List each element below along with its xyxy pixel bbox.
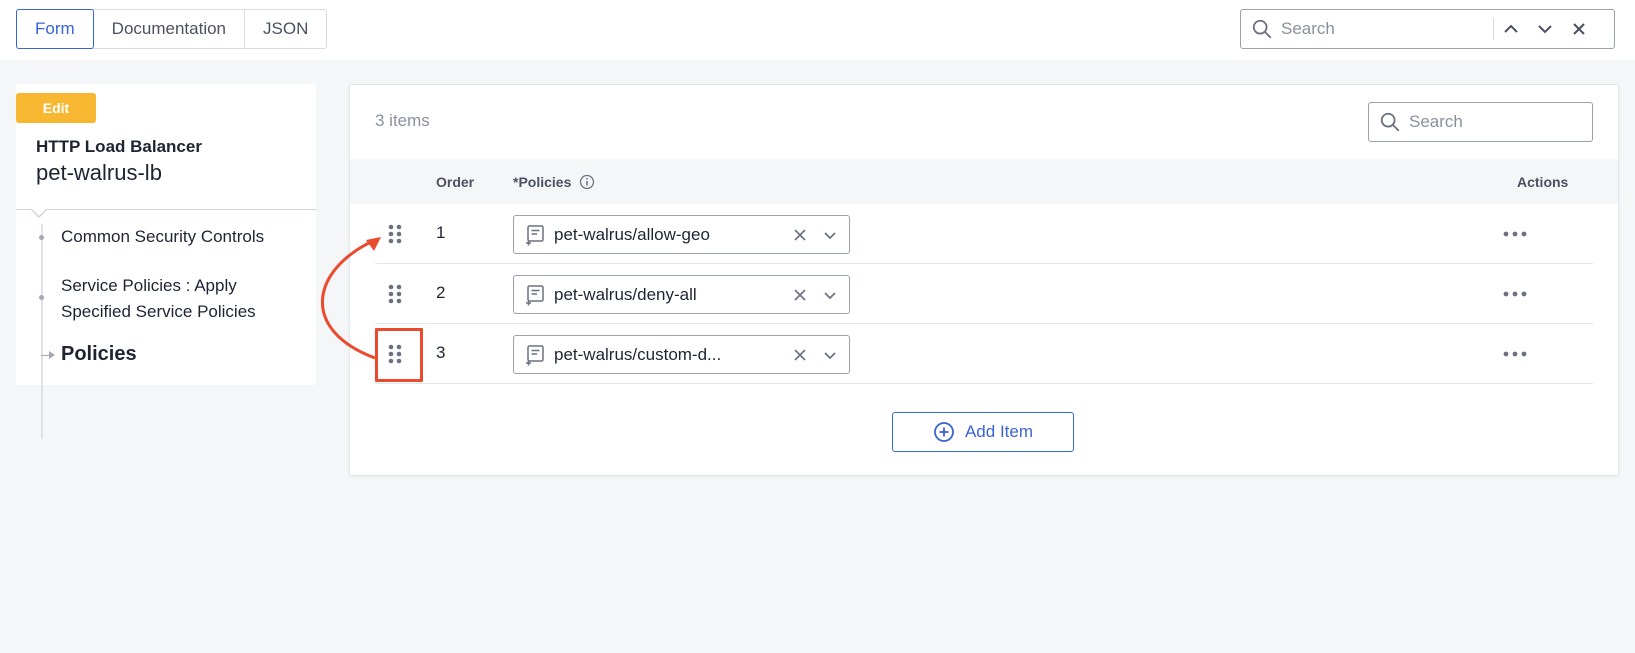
add-circle-icon: [934, 422, 954, 442]
policy-select[interactable]: pet-walrus/allow-geo: [513, 215, 850, 254]
edit-badge: Edit: [16, 93, 96, 123]
top-bar: Form Documentation JSON: [0, 0, 1635, 60]
object-name: pet-walrus-lb: [36, 160, 162, 185]
row-order: 3: [436, 343, 446, 362]
chevron-down-icon: [1538, 25, 1552, 34]
row-order: 1: [436, 223, 446, 242]
policy-select[interactable]: pet-walrus/custom-d...: [513, 335, 850, 374]
clear-icon[interactable]: [790, 225, 810, 245]
tree-node-dot: [39, 235, 44, 240]
table-search-input[interactable]: [1409, 112, 1579, 132]
tree-arrow-icon: [49, 351, 55, 359]
item-count: 3 items: [375, 111, 430, 130]
search-icon: [1252, 19, 1272, 39]
row-order: 2: [436, 283, 446, 302]
row-divider: [375, 383, 1593, 384]
add-item-button[interactable]: Add Item: [892, 412, 1074, 452]
table-header: Order *Policies Actions: [350, 159, 1618, 204]
tab-documentation[interactable]: Documentation: [94, 10, 246, 48]
more-actions-icon[interactable]: [1500, 284, 1530, 304]
policy-select[interactable]: pet-walrus/deny-all: [513, 275, 850, 314]
policy-select-value: pet-walrus/allow-geo: [554, 224, 710, 244]
search-icon: [1380, 112, 1400, 132]
more-actions-icon[interactable]: [1500, 344, 1530, 364]
search-next-button[interactable]: [1528, 12, 1562, 46]
tree-item-policies[interactable]: Policies: [61, 341, 137, 367]
policy-select-value: pet-walrus/deny-all: [554, 284, 697, 304]
object-summary-panel: Edit HTTP Load Balancer pet-walrus-lb Co…: [16, 84, 316, 439]
column-header-policies: *Policies: [513, 159, 595, 204]
tree-item-common-security-controls[interactable]: Common Security Controls: [61, 224, 264, 250]
chevron-up-icon: [1504, 24, 1518, 33]
table-row: 2 pet-walrus/deny-all: [350, 264, 1618, 324]
chevron-down-icon[interactable]: [820, 285, 840, 305]
tab-form[interactable]: Form: [16, 9, 94, 49]
global-search-box: [1240, 9, 1615, 49]
panel-divider: [16, 209, 316, 210]
panel-caret: [30, 208, 48, 218]
drag-handle-icon[interactable]: [386, 222, 404, 246]
column-header-actions: Actions: [1517, 173, 1569, 190]
tab-json[interactable]: JSON: [245, 10, 326, 48]
policy-select-value: pet-walrus/custom-d...: [554, 344, 722, 364]
tree-node-dot: [39, 295, 44, 300]
more-actions-icon[interactable]: [1500, 224, 1530, 244]
add-item-label: Add Item: [964, 422, 1034, 441]
chevron-down-icon[interactable]: [820, 345, 840, 365]
object-type: HTTP Load Balancer: [36, 137, 202, 156]
info-icon[interactable]: [579, 174, 595, 190]
view-tabs: Form Documentation JSON: [16, 9, 328, 49]
clear-icon[interactable]: [790, 285, 810, 305]
policy-document-icon: [526, 284, 544, 305]
tree-line: [41, 224, 43, 439]
policy-document-icon: [526, 224, 544, 245]
drag-handle-icon[interactable]: [386, 342, 404, 366]
table-row: 1 pet-walrus/allow-geo: [350, 204, 1618, 264]
column-header-order[interactable]: Order: [436, 159, 474, 204]
search-previous-button[interactable]: [1494, 12, 1528, 46]
search-close-button[interactable]: [1562, 12, 1596, 46]
drag-handle-icon[interactable]: [386, 282, 404, 306]
policy-document-icon: [526, 344, 544, 365]
clear-icon[interactable]: [790, 345, 810, 365]
table-row: 3 pet-walrus/custom-d...: [350, 324, 1618, 384]
column-header-policies-label: *Policies: [513, 173, 572, 190]
tree-item-service-policies[interactable]: Service Policies : Apply Specified Servi…: [61, 273, 301, 325]
table-search-box: [1368, 102, 1593, 142]
policies-table-card: 3 items Order *Policies Actions 1: [349, 84, 1619, 476]
global-search-input[interactable]: [1281, 19, 1491, 39]
close-icon: [1573, 23, 1585, 35]
chevron-down-icon[interactable]: [820, 225, 840, 245]
